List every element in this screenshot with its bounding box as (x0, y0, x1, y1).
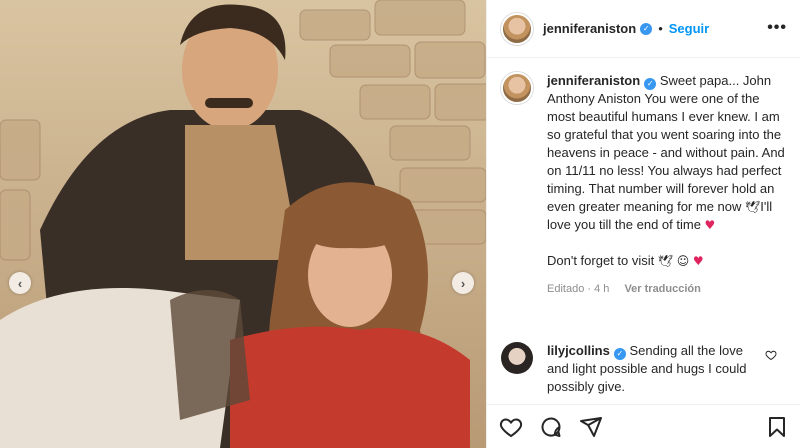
previous-photo-button[interactable]: ‹ (9, 272, 31, 294)
post-caption: jenniferaniston ✓ Sweet papa... John Anth… (501, 72, 789, 298)
caption-visit-line: Don't forget to visit 🕊 ☺ ♥ (547, 252, 789, 270)
see-translation-link[interactable]: Ver traducción (624, 283, 700, 295)
commenter-avatar[interactable] (501, 342, 533, 374)
post-header: jenniferaniston ✓ • Seguir ••• (487, 0, 800, 58)
post-side-panel: jenniferaniston ✓ • Seguir ••• jennifera… (486, 0, 800, 448)
author-username[interactable]: jenniferaniston (543, 21, 636, 36)
follow-button[interactable]: Seguir (669, 21, 709, 36)
caption-meta: Editado · 4 h Ver traducción (547, 280, 789, 298)
next-photo-button[interactable]: › (452, 272, 474, 294)
dove-emoji-icon: 🕊 (745, 200, 761, 214)
post-photo: ‹ › (0, 0, 486, 448)
author-avatar[interactable] (501, 12, 533, 45)
comment-body: lilyjcollins ✓ Sending all the love and l… (547, 342, 757, 396)
heart-emoji-2-icon: ♥ (692, 254, 704, 268)
more-options-icon[interactable]: ••• (767, 19, 787, 37)
bookmark-icon[interactable] (765, 415, 789, 439)
share-icon[interactable] (579, 415, 603, 439)
commenter-verified-badge-icon: ✓ (613, 348, 626, 360)
comment-like-heart-icon[interactable] (765, 348, 777, 366)
photo-illustration (0, 0, 486, 448)
smile-emoji-icon: ☺ (676, 254, 690, 268)
commenter-username[interactable]: lilyjcollins (547, 343, 610, 358)
comment-item: lilyjcollins ✓ Sending all the love and l… (501, 342, 789, 396)
verified-badge-icon: ✓ (640, 22, 653, 35)
heart-icon[interactable] (499, 415, 523, 439)
action-bar (487, 404, 800, 448)
caption-text: Sweet papa... John Anthony Aniston You w… (547, 73, 785, 214)
caption-author-avatar[interactable] (501, 72, 533, 104)
caption-visit-text: Don't forget to visit (547, 253, 655, 268)
comment-icon[interactable] (539, 415, 563, 439)
edited-timestamp: Editado · 4 h (547, 283, 610, 295)
dove-emoji-2-icon: 🕊 (657, 254, 674, 268)
heart-emoji-icon: ♥ (704, 218, 716, 232)
caption-verified-badge-icon: ✓ (644, 78, 657, 90)
caption-body: jenniferaniston ✓ Sweet papa... John Anth… (547, 72, 789, 298)
caption-username[interactable]: jenniferaniston (547, 73, 640, 88)
header-separator: • (658, 21, 663, 36)
